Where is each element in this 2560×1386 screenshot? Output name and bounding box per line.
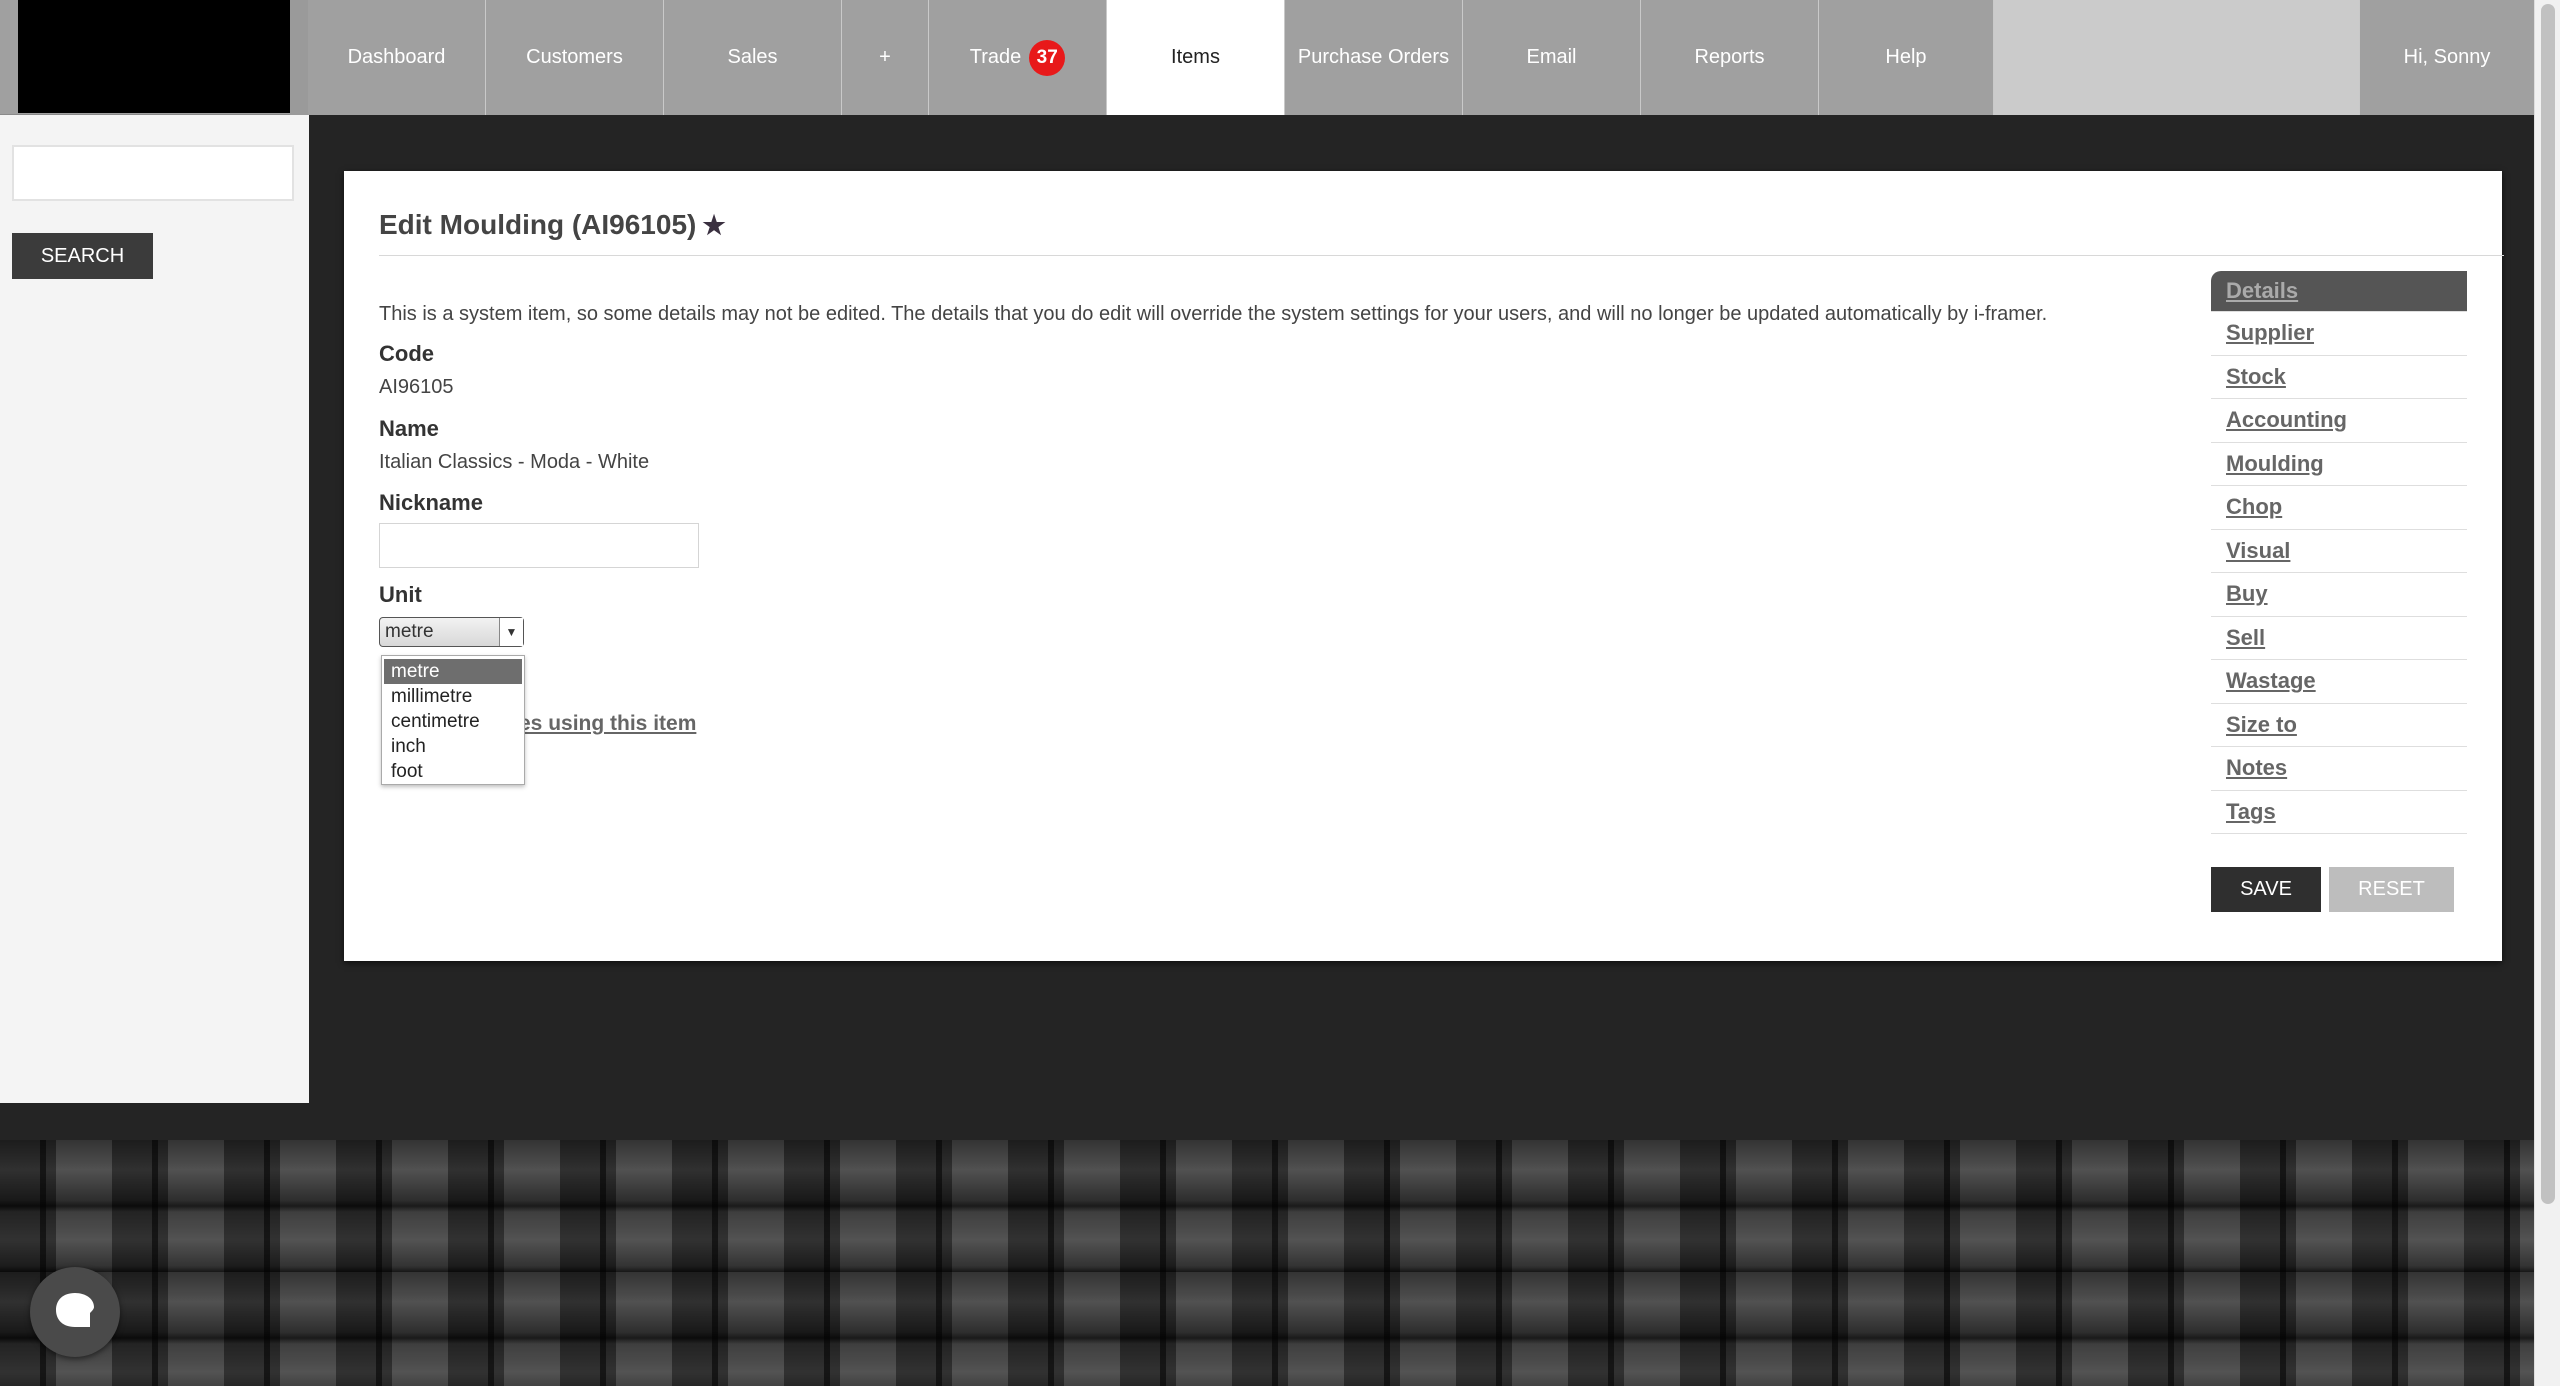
title-divider <box>379 255 2504 256</box>
nav-item-customers[interactable]: Customers <box>486 0 664 115</box>
system-item-notice: This is a system item, so some details m… <box>379 303 2048 325</box>
name-label: Name <box>379 416 439 441</box>
background-pattern-shade <box>0 1140 2534 1386</box>
tab-accounting[interactable]: Accounting <box>2211 399 2467 443</box>
reset-button[interactable]: RESET <box>2329 867 2454 912</box>
nav-item-purchase-orders[interactable]: Purchase Orders <box>1285 0 1463 115</box>
nav-item-sales[interactable]: Sales <box>664 0 842 115</box>
nav-item-items[interactable]: Items <box>1107 0 1285 115</box>
tab-sell[interactable]: Sell <box>2211 617 2467 660</box>
star-icon[interactable]: ★ <box>702 210 725 240</box>
unit-option-metre[interactable]: metre <box>384 659 522 684</box>
tab-stock[interactable]: Stock <box>2211 356 2467 399</box>
scrollbar-thumb[interactable] <box>2541 4 2555 1204</box>
unit-option-foot[interactable]: foot <box>382 759 524 784</box>
unit-option-millimetre[interactable]: millimetre <box>382 684 524 709</box>
tab-details[interactable]: Details <box>2211 271 2467 312</box>
nav-menu: Dashboard Customers Sales + Trade 37 Ite… <box>308 0 1994 115</box>
edit-item-panel: Edit Moulding (AI96105) ★ This is a syste… <box>344 171 2504 961</box>
nav-spacer <box>1994 0 2359 115</box>
tab-tags[interactable]: Tags <box>2211 791 2467 834</box>
nickname-label: Nickname <box>379 490 483 515</box>
tab-buy[interactable]: Buy <box>2211 573 2467 617</box>
page-title: Edit Moulding (AI96105) ★ <box>379 209 726 240</box>
nav-item-help[interactable]: Help <box>1819 0 1994 115</box>
unit-dropdown-list: metre millimetre centimetre inch foot <box>381 655 525 785</box>
section-tabs: Details Supplier Stock Accounting Mouldi… <box>2211 271 2467 834</box>
nav-item-add[interactable]: + <box>842 0 929 115</box>
tab-wastage[interactable]: Wastage <box>2211 660 2467 704</box>
nav-item-trade[interactable]: Trade 37 <box>929 0 1107 115</box>
chat-bubble-icon <box>56 1293 94 1327</box>
sidebar: SEARCH <box>0 115 309 1103</box>
unit-option-centimetre[interactable]: centimetre <box>382 709 524 734</box>
nav-item-dashboard[interactable]: Dashboard <box>308 0 486 115</box>
unit-label: Unit <box>379 582 422 607</box>
nav-item-reports[interactable]: Reports <box>1641 0 1819 115</box>
tab-size-to[interactable]: Size to <box>2211 704 2467 747</box>
name-value: Italian Classics - Moda - White <box>379 451 650 473</box>
logo[interactable] <box>18 0 290 113</box>
tab-supplier[interactable]: Supplier <box>2211 312 2467 356</box>
tab-visual[interactable]: Visual <box>2211 530 2467 573</box>
notification-badge: 37 <box>1029 39 1066 76</box>
search-input[interactable] <box>12 145 294 201</box>
tab-chop[interactable]: Chop <box>2211 486 2467 530</box>
search-button[interactable]: SEARCH <box>12 233 153 279</box>
chevron-down-icon: ▼ <box>499 618 523 646</box>
code-label: Code <box>379 341 434 366</box>
save-button[interactable]: SAVE <box>2211 867 2321 912</box>
tab-notes[interactable]: Notes <box>2211 747 2467 791</box>
code-value: AI96105 <box>379 376 454 398</box>
top-navigation: Dashboard Customers Sales + Trade 37 Ite… <box>0 0 2534 115</box>
tab-moulding[interactable]: Moulding <box>2211 443 2467 486</box>
unit-option-inch[interactable]: inch <box>382 734 524 759</box>
user-greeting[interactable]: Hi, Sonny <box>2359 0 2534 115</box>
page-scrollbar[interactable] <box>2534 0 2560 1386</box>
nickname-field[interactable] <box>379 523 699 568</box>
logo-divider <box>290 0 308 115</box>
chat-button[interactable] <box>30 1267 120 1357</box>
unit-select[interactable]: metre ▼ <box>379 617 524 647</box>
nav-item-email[interactable]: Email <box>1463 0 1641 115</box>
